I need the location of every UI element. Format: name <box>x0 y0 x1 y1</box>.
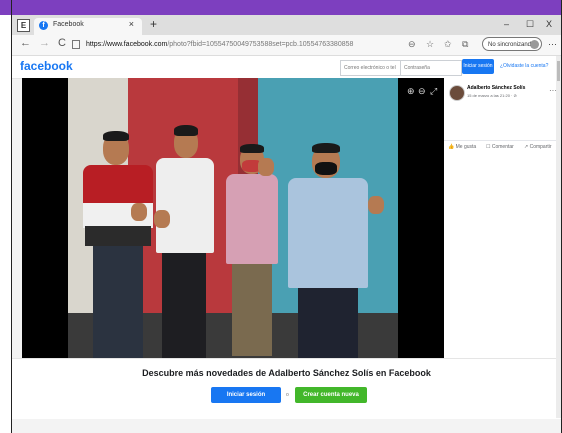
share-label: Compartir <box>529 144 552 150</box>
back-button[interactable]: ← <box>20 37 31 49</box>
bottom-login-button[interactable]: Iniciar sesión <box>211 387 281 403</box>
address-bar-row: ← → C https://www.facebook.com/photo?fbi… <box>12 35 561 56</box>
header-login-button[interactable]: Iniciar sesión <box>462 59 494 74</box>
post-timestamp[interactable]: 15 de marzo a las 21:20 · ⊘ <box>467 93 517 98</box>
favorites-icon[interactable]: ☆ <box>426 39 434 50</box>
scrollbar-thumb[interactable] <box>557 61 560 81</box>
minimize-button[interactable]: – <box>504 19 509 29</box>
post-author-name[interactable]: Adalberto Sánchez Solís <box>467 85 525 91</box>
facebook-header: facebook Iniciar sesión ¿Olvidaste la cu… <box>12 56 561 79</box>
like-label: Me gusta <box>455 144 477 150</box>
close-window-button[interactable]: X <box>546 19 552 29</box>
top-purple-banner <box>0 0 562 15</box>
profile-sync-button[interactable]: No sincronizando <box>482 37 542 51</box>
browser-logo-icon[interactable]: E <box>17 19 30 32</box>
post-photo[interactable] <box>68 78 398 358</box>
comment-button[interactable]: ☐ Comentar <box>486 144 514 150</box>
lock-icon <box>72 39 80 49</box>
tab-strip: E f Facebook × + – ☐ X <box>12 15 561 35</box>
profile-avatar-icon <box>530 40 539 49</box>
create-account-button[interactable]: Crear cuenta nueva <box>295 387 367 403</box>
sync-label: No sincronizando <box>488 42 535 48</box>
share-button[interactable]: ↗ Compartir <box>524 144 552 150</box>
new-tab-button[interactable]: + <box>150 17 157 31</box>
forgot-account-link[interactable]: ¿Olvidaste la cuenta? <box>500 63 548 69</box>
tab-close-button[interactable]: × <box>129 19 134 29</box>
author-avatar[interactable] <box>449 85 465 101</box>
post-actions-bar: 👍 Me gusta ☐ Comentar ↗ Compartir <box>444 140 561 153</box>
comment-icon: ☐ <box>486 144 491 150</box>
reload-button[interactable]: C <box>58 37 66 49</box>
login-prompt-text: Descubre más novedades de Adalberto Sánc… <box>142 368 431 378</box>
comment-label: Comentar <box>491 144 514 150</box>
url-field[interactable]: https://www.facebook.com/photo?fbid=1055… <box>72 38 482 51</box>
login-prompt-bar: Descubre más novedades de Adalberto Sánc… <box>12 358 561 419</box>
browser-window: E f Facebook × + – ☐ X ← → C https://www… <box>12 15 561 433</box>
or-separator: o <box>286 392 289 398</box>
fullscreen-icon[interactable]: ⤢ <box>430 86 437 97</box>
tab-facebook[interactable]: f Facebook × <box>34 18 142 35</box>
facebook-logo[interactable]: facebook <box>20 59 73 73</box>
share-icon: ↗ <box>524 144 529 150</box>
zoom-in-icon[interactable]: ⊕ <box>407 86 415 97</box>
url-path: /photo?fbid=10554750049753588set=pcb.105… <box>167 41 354 48</box>
zoom-icon[interactable]: ⊖ <box>408 39 416 50</box>
forward-button[interactable]: → <box>39 37 50 49</box>
extensions-icon[interactable]: ⧉ <box>462 39 468 50</box>
zoom-out-icon[interactable]: ⊖ <box>418 86 426 97</box>
url-host: https://www.facebook.com <box>86 41 168 48</box>
email-field[interactable] <box>340 60 402 76</box>
password-field[interactable] <box>400 60 462 76</box>
collections-icon[interactable]: ✩ <box>444 39 452 50</box>
page-scrollbar[interactable] <box>556 56 561 418</box>
tab-title: Facebook <box>53 21 84 28</box>
post-side-panel: Adalberto Sánchez Solís 15 de marzo a la… <box>444 78 561 358</box>
facebook-favicon-icon: f <box>39 21 48 30</box>
photo-viewer: ⊕ ⊖ ⤢ <box>22 78 444 358</box>
maximize-button[interactable]: ☐ <box>526 19 534 30</box>
browser-menu-button[interactable]: ··· <box>548 39 557 49</box>
like-button[interactable]: 👍 Me gusta <box>448 144 476 150</box>
like-icon: 👍 <box>448 144 455 150</box>
